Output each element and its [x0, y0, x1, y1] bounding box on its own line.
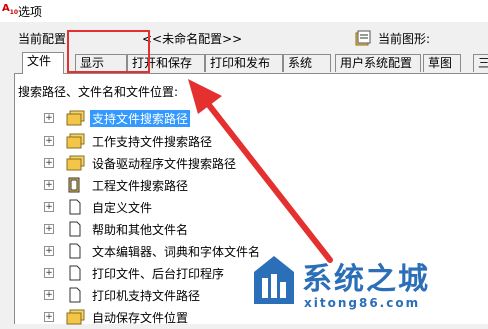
watermark-text: 系统之城	[302, 262, 430, 297]
watermark-url: xitong86.com	[304, 296, 421, 310]
watermark-logo	[254, 256, 294, 304]
watermark: 系统之城 xitong86.com	[248, 248, 488, 319]
tab-files[interactable]: 文件	[22, 52, 64, 74]
